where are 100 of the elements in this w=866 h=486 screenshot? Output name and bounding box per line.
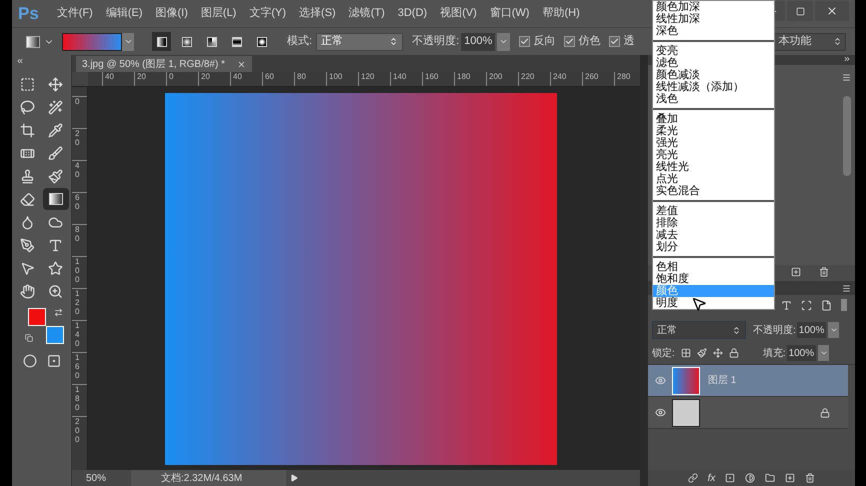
filter-toggle[interactable]	[841, 299, 847, 311]
gradient-tool[interactable]	[42, 188, 68, 210]
lock-paint-icon[interactable]	[696, 348, 707, 358]
cloud-icon	[48, 214, 63, 230]
menu-item[interactable]: 3D(D)	[398, 5, 428, 22]
play-icon[interactable]	[290, 474, 298, 482]
panel-menu-icon[interactable]	[842, 284, 851, 292]
fill-field[interactable]: 100%	[786, 345, 816, 361]
lock-pixels-icon[interactable]	[680, 348, 691, 358]
menu-option[interactable]: 线性加深	[653, 13, 774, 25]
menu-option[interactable]: 明度	[653, 297, 774, 309]
menu-item[interactable]: 视图(V)	[440, 5, 477, 22]
adjustment-icon[interactable]	[745, 473, 756, 483]
screen-mode-icon[interactable]	[46, 354, 60, 368]
lock-all-icon[interactable]	[728, 348, 739, 358]
menu-item[interactable]: 图层(L)	[200, 5, 236, 22]
ruler-label: 0	[75, 97, 80, 106]
blend-mode-select[interactable]: 正常	[652, 321, 746, 339]
smart-object-filter-icon[interactable]	[821, 300, 832, 310]
fx-button[interactable]: fx	[708, 470, 716, 486]
close-button[interactable]	[815, 1, 849, 21]
menu-item[interactable]: 文字(Y)	[249, 5, 286, 22]
opacity-dropdown-button[interactable]	[828, 322, 840, 338]
foreground-color-swatch[interactable]	[28, 308, 46, 326]
lock-position-icon[interactable]	[712, 348, 723, 358]
checkmark-icon	[565, 37, 574, 46]
lock-label: 锁定:	[652, 346, 675, 360]
shape-filter-icon[interactable]	[801, 300, 812, 310]
menu-option[interactable]: 线性光	[653, 161, 774, 173]
menu-option[interactable]: 柔光	[653, 125, 774, 137]
menu-option[interactable]: 线性减淡（添加）	[653, 81, 774, 93]
menu-option[interactable]: 叠加	[653, 113, 774, 125]
checkbox[interactable]	[564, 36, 576, 47]
menu-option[interactable]: 颜色减淡	[653, 69, 774, 81]
panel-menu-icon[interactable]	[842, 73, 851, 82]
link-icon[interactable]	[688, 473, 698, 483]
checkbox-label: 仿色	[578, 34, 600, 50]
caret-icon	[499, 37, 508, 46]
menu-option[interactable]: 色相	[653, 261, 774, 273]
menu-option[interactable]: 差值	[653, 205, 774, 217]
gradient-type-button[interactable]	[152, 32, 171, 51]
menu-item[interactable]: 文件(F)	[56, 5, 93, 22]
scrollbar[interactable]	[843, 96, 851, 176]
new-icon[interactable]	[791, 267, 801, 277]
document-tab[interactable]: 3.jpg @ 50% (图层 1, RGB/8#) *	[76, 56, 252, 72]
menu-option[interactable]: 强光	[653, 137, 774, 149]
menu-item[interactable]: 图像(I)	[156, 5, 188, 22]
swap-icon[interactable]	[54, 308, 62, 317]
menu-option[interactable]: 变亮	[653, 45, 774, 57]
ruler-label: 200	[75, 417, 80, 444]
menu-option[interactable]: 浅色	[653, 93, 774, 105]
fill-dropdown-button[interactable]	[818, 345, 830, 361]
menu-option[interactable]: 颜色加深	[653, 1, 774, 13]
trash-icon[interactable]	[819, 267, 829, 277]
star-icon	[48, 260, 63, 276]
menu-option[interactable]: 饱和度	[653, 273, 774, 285]
opacity-label: 不透明度:	[412, 34, 460, 50]
menu-item[interactable]: 编辑(E)	[106, 5, 143, 22]
type-filter-icon[interactable]	[781, 300, 792, 310]
workspace-select[interactable]: 本功能	[774, 32, 846, 50]
menu-option[interactable]: 亮光	[653, 149, 774, 161]
visibility-icon[interactable]	[654, 375, 666, 386]
maximize-button[interactable]	[787, 1, 813, 21]
mode-select[interactable]: 正常	[316, 32, 404, 50]
zoom-icon	[48, 284, 63, 298]
gradient-picker[interactable]	[62, 32, 122, 50]
opacity-field[interactable]: 100%	[796, 322, 826, 338]
close-icon[interactable]	[236, 60, 246, 68]
new-layer-icon[interactable]	[785, 473, 796, 483]
quick-mask-icon[interactable]	[22, 354, 36, 368]
menu-option[interactable]: 滤色	[653, 57, 774, 69]
folder-icon[interactable]	[765, 473, 776, 483]
trash-icon[interactable]	[805, 473, 816, 483]
layer-row[interactable]	[648, 397, 848, 429]
checkbox[interactable]	[519, 36, 530, 47]
menu-item[interactable]: 选择(S)	[299, 5, 336, 22]
menu-item[interactable]: 窗口(W)	[490, 5, 530, 22]
pen-icon	[20, 238, 35, 252]
menu-option[interactable]: 划分	[653, 241, 774, 253]
menu-option[interactable]: 减去	[653, 229, 774, 241]
expand-icon[interactable]	[843, 55, 851, 63]
menu-option[interactable]: 实色混合	[653, 185, 774, 197]
menu-item[interactable]: 帮助(H)	[542, 5, 580, 22]
gradient-dropdown-button[interactable]	[122, 32, 134, 50]
droplet-icon	[20, 214, 35, 230]
opacity-field[interactable]: 100%	[461, 32, 496, 50]
collapse-icon[interactable]	[16, 57, 24, 65]
opacity-dropdown-button[interactable]	[497, 32, 510, 50]
visibility-icon[interactable]	[654, 407, 666, 418]
menu-option[interactable]: 点光	[653, 173, 774, 185]
background-color-swatch[interactable]	[46, 326, 64, 344]
menu-item[interactable]: 滤镜(T)	[348, 5, 385, 22]
menu-option[interactable]: 排除	[653, 217, 774, 229]
checkbox[interactable]	[609, 36, 620, 47]
caret-icon	[124, 37, 132, 46]
zoom-level[interactable]: 50%	[86, 470, 131, 486]
mask-icon[interactable]	[725, 473, 736, 483]
default-colors-icon[interactable]	[24, 334, 32, 342]
menu-option[interactable]: 深色	[653, 25, 774, 37]
mode-label: 模式:	[287, 34, 312, 50]
